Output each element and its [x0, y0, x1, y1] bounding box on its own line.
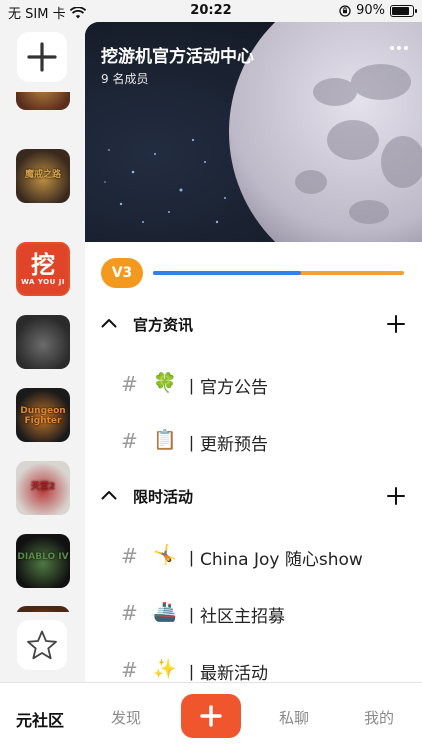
channel-item[interactable]: # 📋 丨更新预告: [85, 419, 422, 463]
star-icon: [27, 630, 57, 660]
channel-emoji: 🚢: [153, 601, 177, 623]
tab-messages[interactable]: 私聊: [279, 707, 309, 728]
channel-name: 丨最新活动: [183, 664, 268, 682]
tab-community[interactable]: 元社区: [16, 707, 64, 731]
community-item[interactable]: [16, 606, 70, 612]
plus-icon: [200, 705, 222, 727]
channel-name: 丨China Joy 随心show: [183, 550, 363, 570]
community-banner: 挖游机官方活动中心 9 名成员: [85, 22, 422, 242]
channel-name: 丨更新预告: [183, 435, 268, 455]
community-logo: 挖 WA YOU JI: [18, 244, 68, 294]
community-item[interactable]: 挖 WA YOU JI: [16, 242, 70, 296]
channel-item[interactable]: # 🍀 丨官方公告: [85, 362, 422, 406]
create-button[interactable]: [181, 694, 241, 738]
channel-emoji: 🤸: [153, 544, 177, 566]
level-badge: V3: [101, 258, 143, 288]
add-channel-icon[interactable]: [386, 486, 406, 506]
community-logo-subtext: WA YOU JI: [21, 278, 65, 286]
community-icon: [16, 606, 70, 612]
community-panel: 挖游机官方活动中心 9 名成员 V3 官方资讯 # 🍀 丨官方公告 # 📋 丨更新预告限时活…: [85, 22, 422, 682]
tab-profile[interactable]: 我的: [364, 707, 394, 728]
hashtag-icon: #: [121, 372, 138, 396]
channel-name: 丨官方公告: [183, 378, 268, 398]
add-channel-icon[interactable]: [386, 314, 406, 334]
hashtag-icon: #: [121, 544, 138, 568]
battery-level: [392, 6, 410, 15]
section-title: 官方资讯: [133, 316, 194, 334]
channel-section[interactable]: 限时活动: [85, 476, 422, 516]
community-item[interactable]: 魔戒之路: [16, 92, 70, 110]
community-icon: [16, 315, 70, 369]
community-list[interactable]: 魔戒之路魔戒之路挖WA YOU JIDungeon Fighter天堂2DIAB…: [0, 92, 85, 612]
add-community-button[interactable]: [17, 32, 67, 82]
community-title: 挖游机官方活动中心: [101, 47, 254, 67]
channel-emoji: ✨: [153, 658, 177, 680]
community-icon-text: Dungeon Fighter: [20, 406, 66, 426]
community-sidebar: 魔戒之路魔戒之路挖WA YOU JIDungeon Fighter天堂2DIAB…: [0, 22, 85, 682]
hashtag-icon: #: [121, 658, 138, 682]
channel-item[interactable]: # ✨ 丨最新活动: [85, 648, 422, 682]
channel-item[interactable]: # 🤸 丨China Joy 随心show: [85, 534, 422, 578]
battery-percent: 90%: [356, 3, 385, 18]
community-icon-text: 天堂2: [30, 482, 56, 492]
chevron-up-icon[interactable]: [101, 490, 117, 500]
plus-icon: [27, 42, 57, 72]
channel-emoji: 📋: [153, 429, 177, 451]
bottom-tab-bar: 元社区 发现 私聊 我的: [0, 682, 422, 750]
channel-emoji: 🍀: [153, 372, 177, 394]
battery-icon: [390, 4, 417, 17]
chevron-up-icon[interactable]: [101, 318, 117, 328]
tab-discover[interactable]: 发现: [111, 707, 141, 728]
member-count[interactable]: 9 名成员: [101, 70, 148, 87]
community-logo-text: 挖: [31, 251, 55, 279]
community-icon: [16, 92, 70, 110]
level-progress-fill: [153, 271, 302, 275]
hashtag-icon: #: [121, 429, 138, 453]
channel-name: 丨社区主招募: [183, 607, 285, 627]
section-title: 限时活动: [133, 488, 194, 506]
community-item[interactable]: [16, 315, 70, 369]
level-progress-bar: [153, 271, 404, 275]
hashtag-icon: #: [121, 601, 138, 625]
community-level[interactable]: V3: [85, 242, 422, 304]
channel-item[interactable]: # 🚢 丨社区主招募: [85, 591, 422, 635]
community-icon-text: 魔戒之路: [24, 170, 61, 180]
favorites-button[interactable]: [17, 620, 67, 670]
more-options-icon[interactable]: [390, 46, 408, 50]
status-bar: 无 SIM 卡 20:22 90%: [0, 0, 422, 22]
community-item[interactable]: Dungeon Fighter: [16, 388, 70, 442]
orientation-lock-icon: [339, 4, 351, 17]
channel-section[interactable]: 官方资讯: [85, 304, 422, 344]
status-right: 90%: [339, 3, 417, 18]
community-item[interactable]: 魔戒之路: [16, 149, 70, 203]
community-item[interactable]: 天堂2: [16, 461, 70, 515]
community-item[interactable]: DIABLO IV: [16, 534, 70, 588]
community-icon-text: DIABLO IV: [17, 552, 69, 562]
